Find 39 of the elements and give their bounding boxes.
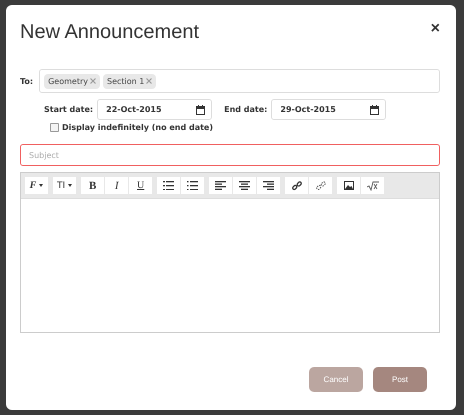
caret-icon xyxy=(39,184,44,187)
calendar-icon xyxy=(196,104,206,114)
toolbar-button[interactable] xyxy=(337,177,360,194)
bullet-list-icon xyxy=(163,181,174,190)
toolbar-button[interactable] xyxy=(285,177,308,194)
align-center-icon xyxy=(239,181,250,190)
link-icon xyxy=(292,180,302,190)
calendar-icon xyxy=(370,104,380,114)
recipient-tag[interactable]: Section 1 xyxy=(102,74,156,88)
field-label: End date: xyxy=(224,105,268,114)
format-button[interactable]: I xyxy=(105,177,128,194)
format-button[interactable]: U xyxy=(129,177,152,194)
recipient-tag[interactable]: Geometry xyxy=(44,74,100,88)
formula-icon xyxy=(366,180,379,190)
toolbar-button[interactable] xyxy=(361,177,384,194)
toolbar-button[interactable] xyxy=(181,177,204,194)
checkbox[interactable] xyxy=(50,123,59,132)
toolbar-button[interactable] xyxy=(157,177,180,194)
toolbar-button[interactable] xyxy=(233,177,256,194)
checkbox-label: Display indefinitely (no end date) xyxy=(62,123,214,132)
subject-field[interactable]: Subject xyxy=(20,144,440,166)
date-field[interactable]: 22-Oct-2015 xyxy=(97,99,212,120)
field-label: Start date: xyxy=(44,105,94,114)
align-right-icon xyxy=(263,181,274,190)
toolbar-button[interactable] xyxy=(257,177,280,194)
format-button[interactable]: B xyxy=(81,177,104,194)
field-label: To: xyxy=(20,76,34,86)
dialog-title: New Announcement xyxy=(20,21,200,44)
caret-icon xyxy=(68,184,72,187)
align-left-icon xyxy=(215,181,226,190)
unlink-icon xyxy=(316,180,326,190)
image-icon xyxy=(344,181,354,190)
dropdown-button[interactable]: F xyxy=(25,177,48,194)
date-field[interactable]: 29-Oct-2015 xyxy=(271,99,386,120)
numbered-list-icon xyxy=(187,181,198,190)
dropdown-button[interactable]: TI xyxy=(53,177,76,194)
recipients-field[interactable]: Geometry Section 1 xyxy=(39,69,440,93)
toolbar-button[interactable] xyxy=(209,177,232,194)
close-button[interactable]: × xyxy=(430,20,440,38)
